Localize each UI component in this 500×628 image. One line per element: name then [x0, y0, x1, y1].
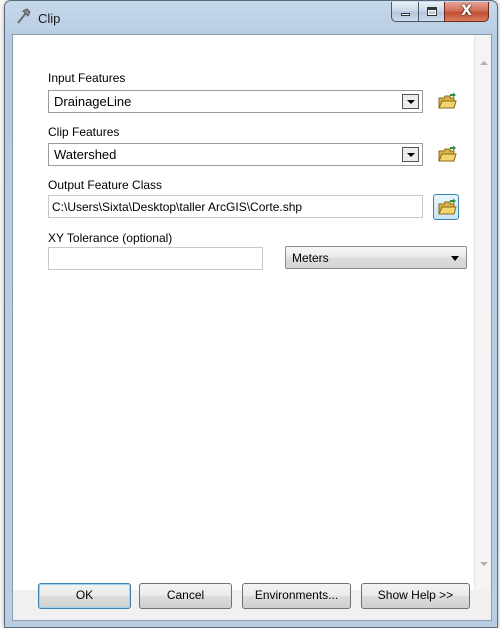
maximize-button[interactable]	[418, 2, 444, 22]
window-title: Clip	[38, 11, 61, 26]
chevron-down-icon[interactable]	[402, 147, 419, 162]
chevron-down-icon[interactable]	[402, 94, 419, 109]
minimize-icon	[401, 13, 410, 16]
open-folder-icon	[438, 198, 457, 215]
hammer-icon	[14, 7, 32, 25]
output-feature-class-value: C:\Users\Sixta\Desktop\taller ArcGIS\Cor…	[52, 200, 303, 214]
clip-features-combo[interactable]: Watershed	[48, 143, 423, 166]
scroll-up-icon[interactable]	[480, 61, 488, 65]
ok-button[interactable]: OK	[38, 583, 131, 609]
input-features-label: Input Features	[48, 71, 126, 85]
title-bar[interactable]: Clip X	[5, 1, 497, 35]
xy-tolerance-units-value: Meters	[292, 251, 329, 265]
caption-buttons: X	[391, 2, 489, 22]
input-features-combo[interactable]: DrainageLine	[48, 90, 423, 113]
chevron-down-icon	[451, 256, 459, 261]
open-folder-icon	[438, 92, 457, 109]
scroll-down-icon[interactable]	[480, 562, 488, 566]
open-folder-icon	[438, 145, 457, 162]
clip-features-label: Clip Features	[48, 125, 120, 139]
close-icon: X	[461, 3, 472, 19]
dialog-client-area: Input Features DrainageLine Clip Feature…	[12, 34, 492, 621]
input-features-value: DrainageLine	[54, 94, 132, 109]
maximize-icon	[427, 7, 437, 16]
xy-tolerance-label: XY Tolerance (optional)	[48, 231, 173, 245]
clip-dialog-window: Clip X Input Features DrainageLine Clip …	[4, 0, 498, 628]
minimize-button[interactable]	[391, 2, 418, 22]
output-feature-class-label: Output Feature Class	[48, 178, 163, 192]
show-help-button[interactable]: Show Help >>	[361, 583, 470, 609]
environments-button[interactable]: Environments...	[242, 583, 351, 609]
output-feature-class-browse-button[interactable]	[433, 194, 459, 220]
xy-tolerance-input[interactable]	[48, 247, 263, 270]
output-feature-class-input[interactable]: C:\Users\Sixta\Desktop\taller ArcGIS\Cor…	[48, 195, 423, 218]
clip-features-value: Watershed	[54, 147, 117, 162]
input-features-browse-button[interactable]	[433, 88, 459, 114]
clip-features-browse-button[interactable]	[433, 141, 459, 167]
parameters-panel: Input Features DrainageLine Clip Feature…	[13, 35, 475, 590]
vertical-scrollbar[interactable]	[474, 35, 491, 590]
xy-tolerance-units-select[interactable]: Meters	[285, 246, 467, 269]
cancel-button[interactable]: Cancel	[139, 583, 232, 609]
close-button[interactable]: X	[444, 2, 489, 22]
